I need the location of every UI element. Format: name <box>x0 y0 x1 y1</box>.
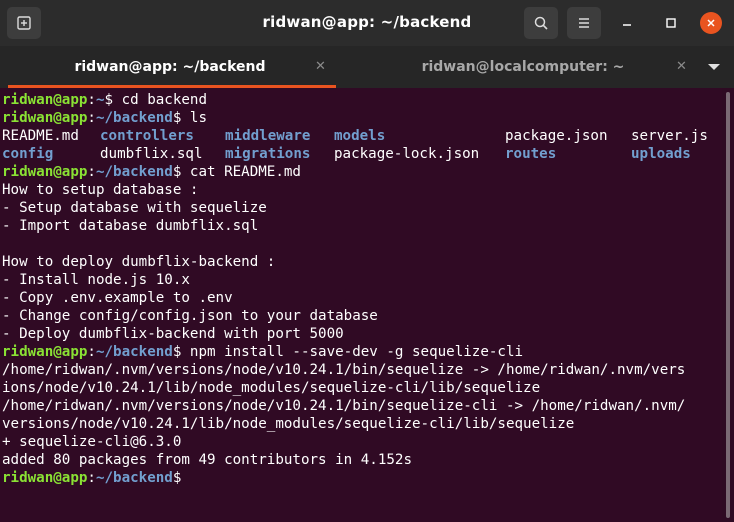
terminal-line: - Deploy dumbflix-backend with port 5000 <box>2 326 344 342</box>
terminal-output[interactable]: ridwan@app:~$ cd backend ridwan@app:~/ba… <box>0 88 722 522</box>
terminal-prompt[interactable]: ridwan@app:~/backend$ <box>2 469 181 487</box>
tab-bar: ridwan@app: ~/backend ✕ ridwan@localcomp… <box>0 46 734 88</box>
ls-entry: package.json <box>505 128 608 144</box>
maximize-icon <box>666 18 676 28</box>
terminal-line: - Change config/config.json to your data… <box>2 308 378 324</box>
terminal-line: ions/node/v10.24.1/lib/node_modules/sequ… <box>2 380 541 396</box>
close-button[interactable] <box>700 12 722 34</box>
terminal-line: - Setup database with sequelize <box>2 200 267 216</box>
menu-button[interactable] <box>567 7 601 39</box>
ls-entry: controllers <box>100 128 194 144</box>
ls-entry: dumbflix.sql <box>100 146 203 162</box>
minimize-button[interactable] <box>616 12 638 34</box>
ls-output-row: README.md controllers middleware models … <box>2 127 722 145</box>
terminal-line: - Install node.js 10.x <box>2 272 190 288</box>
ls-entry: routes <box>505 146 557 162</box>
tab-close-icon[interactable]: ✕ <box>676 59 687 74</box>
terminal-line: /home/ridwan/.nvm/versions/node/v10.24.1… <box>2 398 686 414</box>
ls-output-row: config dumbflix.sql migrations package-l… <box>2 145 722 163</box>
hamburger-menu-icon <box>579 18 589 28</box>
scrollbar-thumb[interactable] <box>726 92 730 518</box>
terminal-line: - Import database dumbflix.sql <box>2 218 259 234</box>
terminal-line: ridwan@app:~/backend$ npm install --save… <box>2 344 524 360</box>
ls-entry: uploads <box>631 146 691 162</box>
terminal-line: + sequelize-cli@6.3.0 <box>2 434 182 450</box>
ls-entry: README.md <box>2 128 79 144</box>
tab-ridwan-app[interactable]: ridwan@app: ~/backend ✕ <box>0 46 340 88</box>
maximize-button[interactable] <box>660 12 682 34</box>
ls-entry: migrations <box>225 146 311 162</box>
ls-entry: package-lock.json <box>334 146 480 162</box>
terminal-line: - Copy .env.example to .env <box>2 290 233 306</box>
terminal-line: How to setup database : <box>2 182 199 198</box>
terminal-line: ridwan@app:~/backend$ cat README.md <box>2 164 301 180</box>
terminal-line: /home/ridwan/.nvm/versions/node/v10.24.1… <box>2 362 686 378</box>
scrollbar[interactable] <box>722 88 734 522</box>
ls-entry: config <box>2 146 54 162</box>
tab-ridwan-localcomputer[interactable]: ridwan@localcomputer: ~ ✕ <box>348 46 698 88</box>
tab-label: ridwan@localcomputer: ~ <box>421 59 625 75</box>
terminal-line: added 80 packages from 49 contributors i… <box>2 452 412 468</box>
terminal-line: ridwan@app:~$ cd backend <box>2 92 208 108</box>
search-icon <box>534 16 548 30</box>
minimize-icon <box>623 24 631 26</box>
terminal-line: How to deploy dumbflix-backend : <box>2 254 276 270</box>
ls-entry: server.js <box>631 128 708 144</box>
ls-entry: models <box>334 128 386 144</box>
tab-label: ridwan@app: ~/backend <box>74 59 266 75</box>
close-icon <box>707 19 715 27</box>
terminal-line: ridwan@app:~/backend$ ls <box>2 110 208 126</box>
tab-close-icon[interactable]: ✕ <box>315 59 326 74</box>
title-bar: ridwan@app: ~/backend <box>0 0 734 46</box>
search-button[interactable] <box>524 7 558 39</box>
ls-entry: middleware <box>225 128 311 144</box>
terminal-line: versions/node/v10.24.1/lib/node_modules/… <box>2 416 575 432</box>
tabs-dropdown-icon[interactable] <box>708 64 720 70</box>
